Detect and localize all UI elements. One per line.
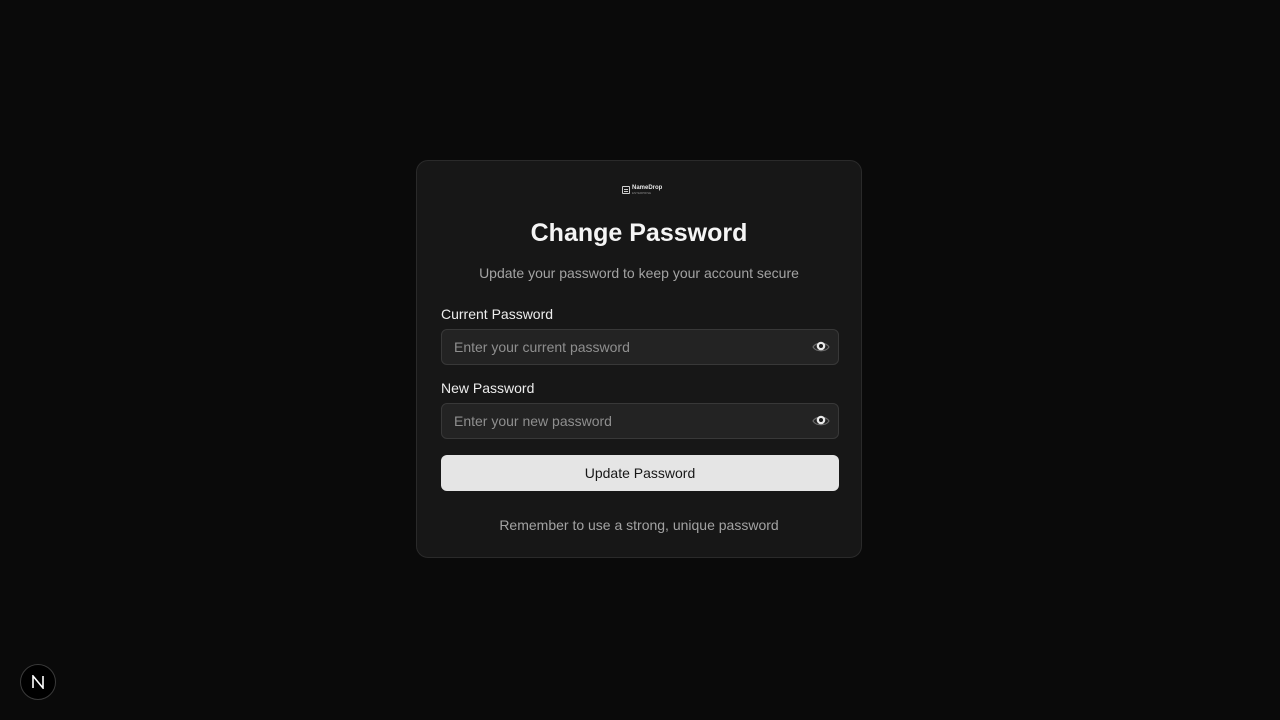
brand-logo: NameDrop ENTERPRISE xyxy=(622,184,662,196)
new-password-label: New Password xyxy=(441,380,535,396)
new-password-field-wrapper xyxy=(441,403,839,439)
logo-text: NameDrop ENTERPRISE xyxy=(632,185,662,195)
current-password-label: Current Password xyxy=(441,306,554,322)
current-password-input[interactable] xyxy=(442,330,838,364)
page-subtitle: Update your password to keep your accoun… xyxy=(479,265,799,281)
document-logo-icon xyxy=(622,186,630,194)
eye-icon[interactable] xyxy=(812,339,830,355)
page-title: Change Password xyxy=(530,219,748,247)
logo-tagline: ENTERPRISE xyxy=(632,191,652,195)
nextjs-dev-indicator-icon[interactable] xyxy=(20,664,56,700)
eye-icon[interactable] xyxy=(812,413,830,429)
update-password-button[interactable]: Update Password xyxy=(441,455,839,491)
change-password-page: NameDrop ENTERPRISE Change Password Upda… xyxy=(0,0,1280,720)
n-letter-icon xyxy=(32,675,44,689)
new-password-input[interactable] xyxy=(442,404,838,438)
change-password-card: NameDrop ENTERPRISE Change Password Upda… xyxy=(416,160,862,558)
current-password-field-wrapper xyxy=(441,329,839,365)
password-hint: Remember to use a strong, unique passwor… xyxy=(499,517,779,533)
